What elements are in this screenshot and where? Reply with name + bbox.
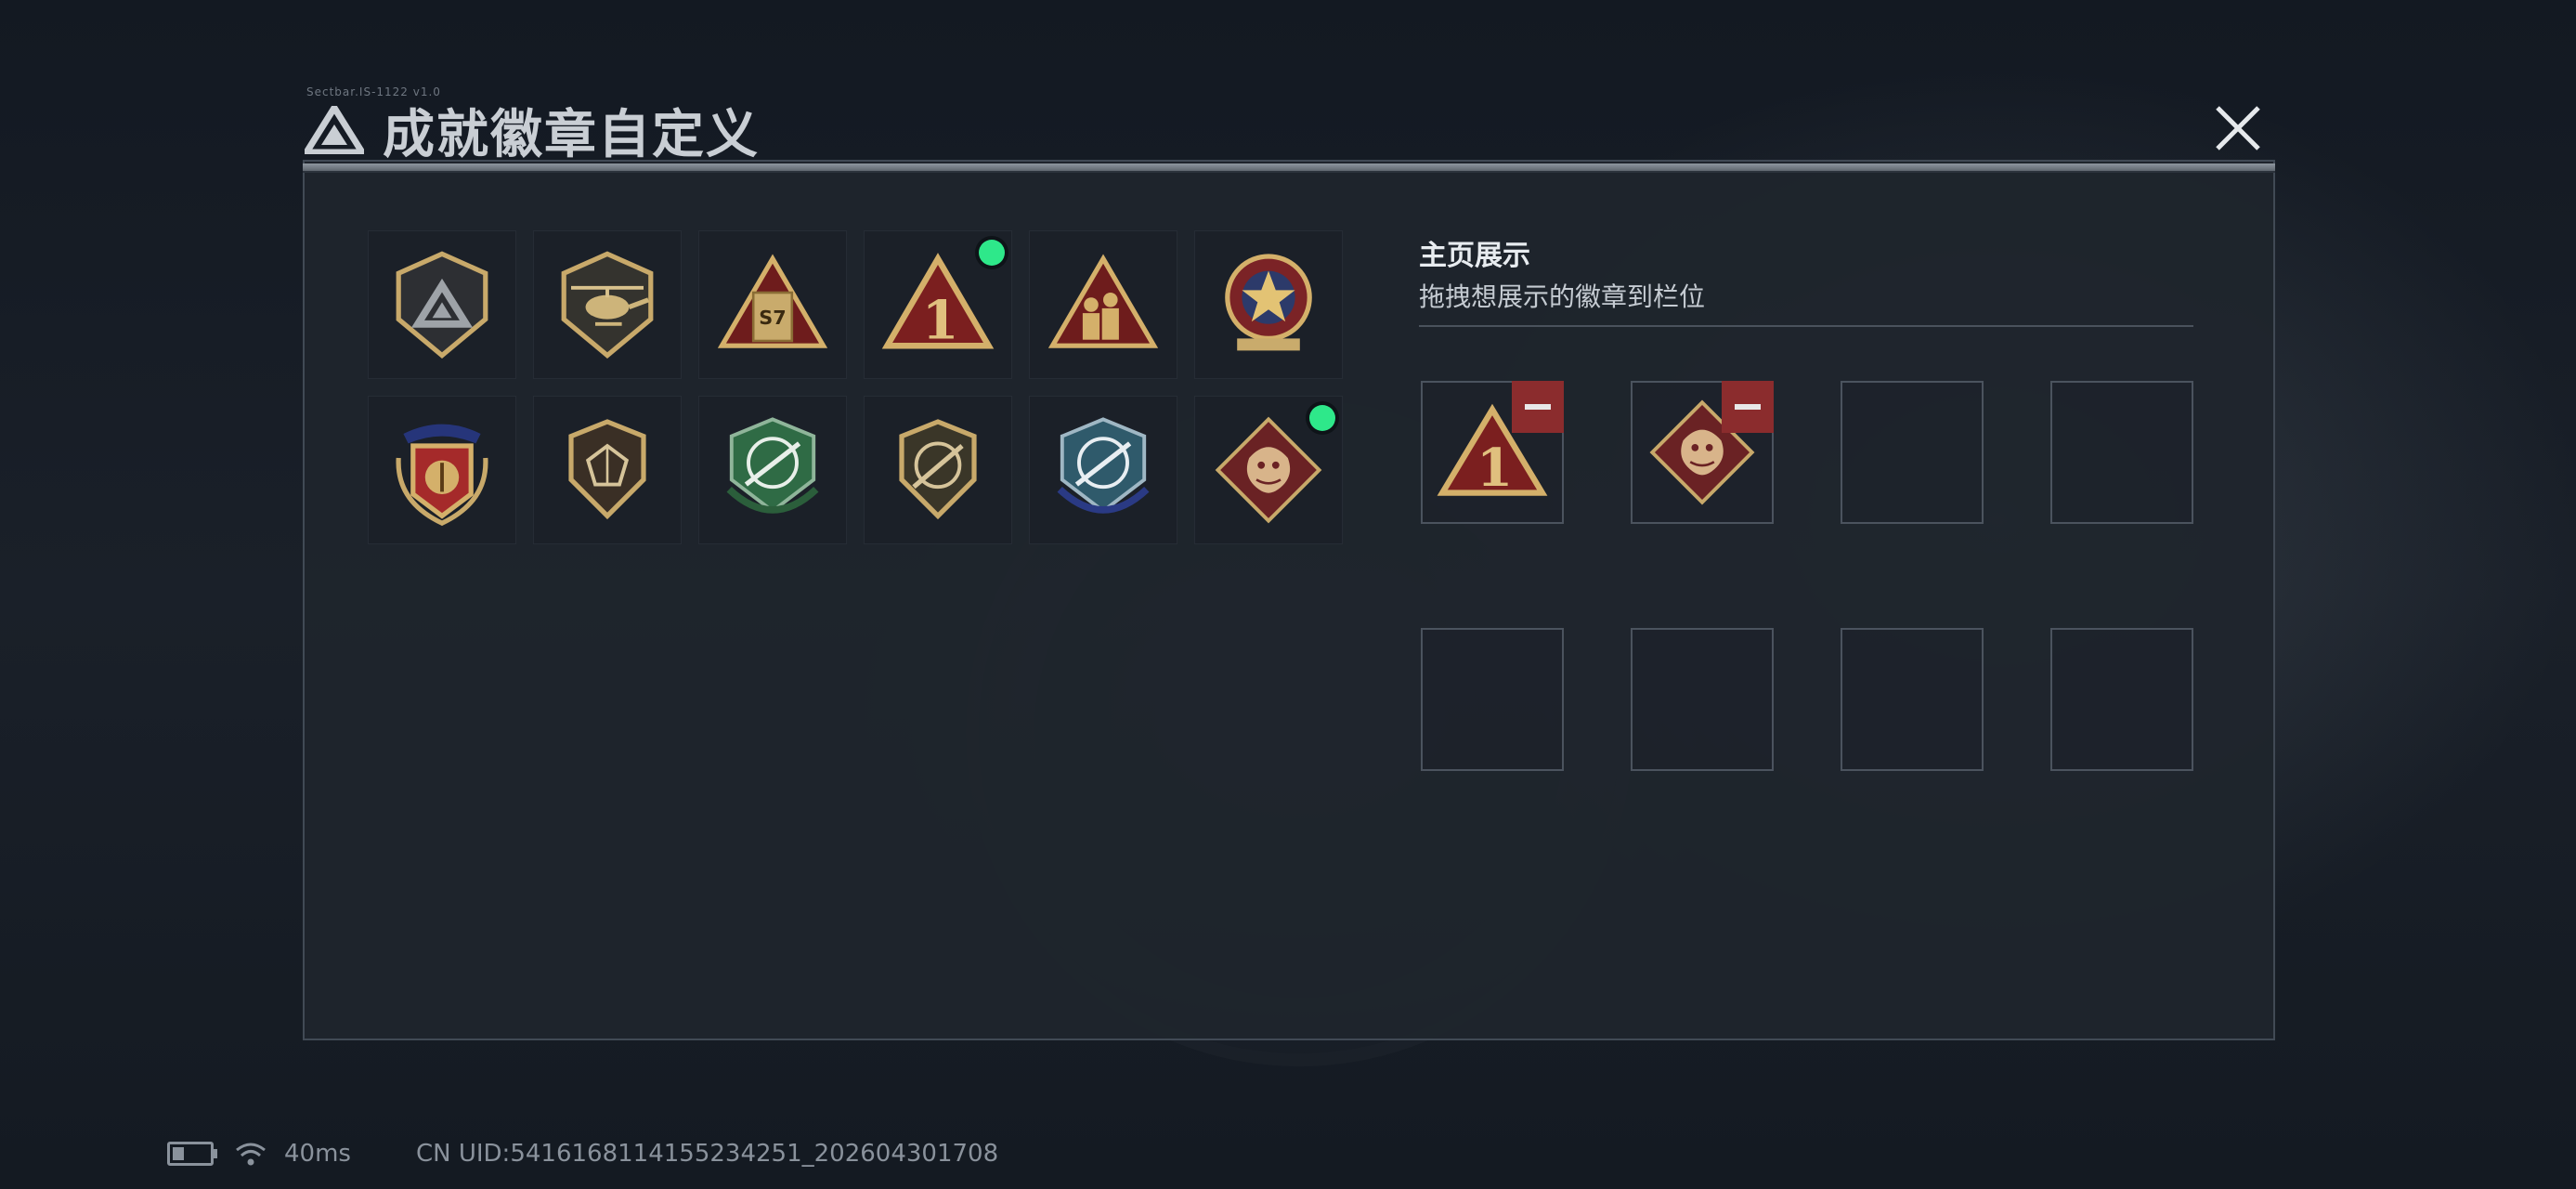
new-indicator-dot — [979, 240, 1005, 266]
remove-badge-button[interactable] — [1512, 381, 1564, 433]
display-section-hint: 拖拽想展示的徽章到栏位 — [1419, 281, 1706, 312]
s7-triangle-badge-icon: S7 — [717, 254, 828, 348]
display-section-title: 主页展示 — [1419, 240, 1530, 272]
display-slot-6[interactable] — [1631, 628, 1774, 771]
page-title: 成就徽章自定义 — [383, 104, 760, 165]
panel-top-bar — [303, 163, 2275, 173]
battery-icon — [167, 1142, 217, 1166]
wifi-icon — [236, 1143, 266, 1166]
display-slot-2[interactable] — [1631, 381, 1774, 524]
green-crosshair-rifle-badge-icon — [726, 417, 819, 514]
page-header: 成就徽章自定义 — [305, 93, 760, 167]
dragon-diamond-badge-icon — [1215, 416, 1322, 524]
status-bar: 40ms CN UID:5416168114155234251_20260430… — [167, 1138, 998, 1169]
badge-cell[interactable] — [1194, 230, 1343, 379]
badge-cell[interactable] — [1194, 396, 1343, 544]
badge-cell[interactable]: 1 — [864, 230, 1012, 379]
geometric-shield-badge-icon — [568, 419, 646, 520]
s7-badge-label: S7 — [759, 307, 786, 329]
new-indicator-dot — [1309, 405, 1335, 431]
display-slot-7[interactable] — [1841, 628, 1984, 771]
shield-triangle-logo-badge-icon — [396, 251, 488, 359]
display-slot-5[interactable] — [1421, 628, 1564, 771]
display-slot-1[interactable]: 1 — [1421, 381, 1564, 524]
crossed-rifle-badge-icon — [899, 419, 977, 520]
display-slot-4[interactable] — [2050, 381, 2193, 524]
minus-icon — [1525, 404, 1551, 410]
badge-cell[interactable] — [533, 396, 682, 544]
badge-cell[interactable] — [864, 396, 1012, 544]
number-one-label: 1 — [922, 289, 959, 351]
display-divider — [1419, 325, 2193, 327]
display-slot-3[interactable] — [1841, 381, 1984, 524]
remove-badge-button[interactable] — [1722, 381, 1774, 433]
badge-cell[interactable]: S7 — [698, 230, 847, 379]
badge-cell[interactable] — [368, 230, 516, 379]
laurel-crest-badge-icon — [396, 424, 488, 527]
ping-text: 40ms — [284, 1140, 351, 1168]
badge-collection-grid: S7 1 — [368, 230, 1345, 544]
uid-text: CN UID:5416168114155234251_202604301708 — [415, 1140, 999, 1168]
slot-number-one-label: 1 — [1477, 438, 1513, 499]
badge-cell[interactable] — [533, 230, 682, 379]
star-crest-badge-icon — [1225, 254, 1312, 351]
badge-cell[interactable] — [368, 396, 516, 544]
close-icon[interactable] — [2210, 100, 2266, 156]
badge-cell[interactable] — [698, 396, 847, 544]
blue-crosshair-sniper-badge-icon — [1057, 417, 1150, 514]
badge-cell[interactable] — [1029, 396, 1177, 544]
triangle-logo-icon — [305, 106, 364, 154]
number-one-triangle-badge-icon: 1 — [881, 253, 995, 351]
display-slot-8[interactable] — [2050, 628, 2193, 771]
minus-icon — [1735, 404, 1761, 410]
soldiers-triangle-badge-icon — [1047, 254, 1159, 348]
helicopter-badge-icon — [561, 251, 654, 359]
badge-cell[interactable] — [1029, 230, 1177, 379]
